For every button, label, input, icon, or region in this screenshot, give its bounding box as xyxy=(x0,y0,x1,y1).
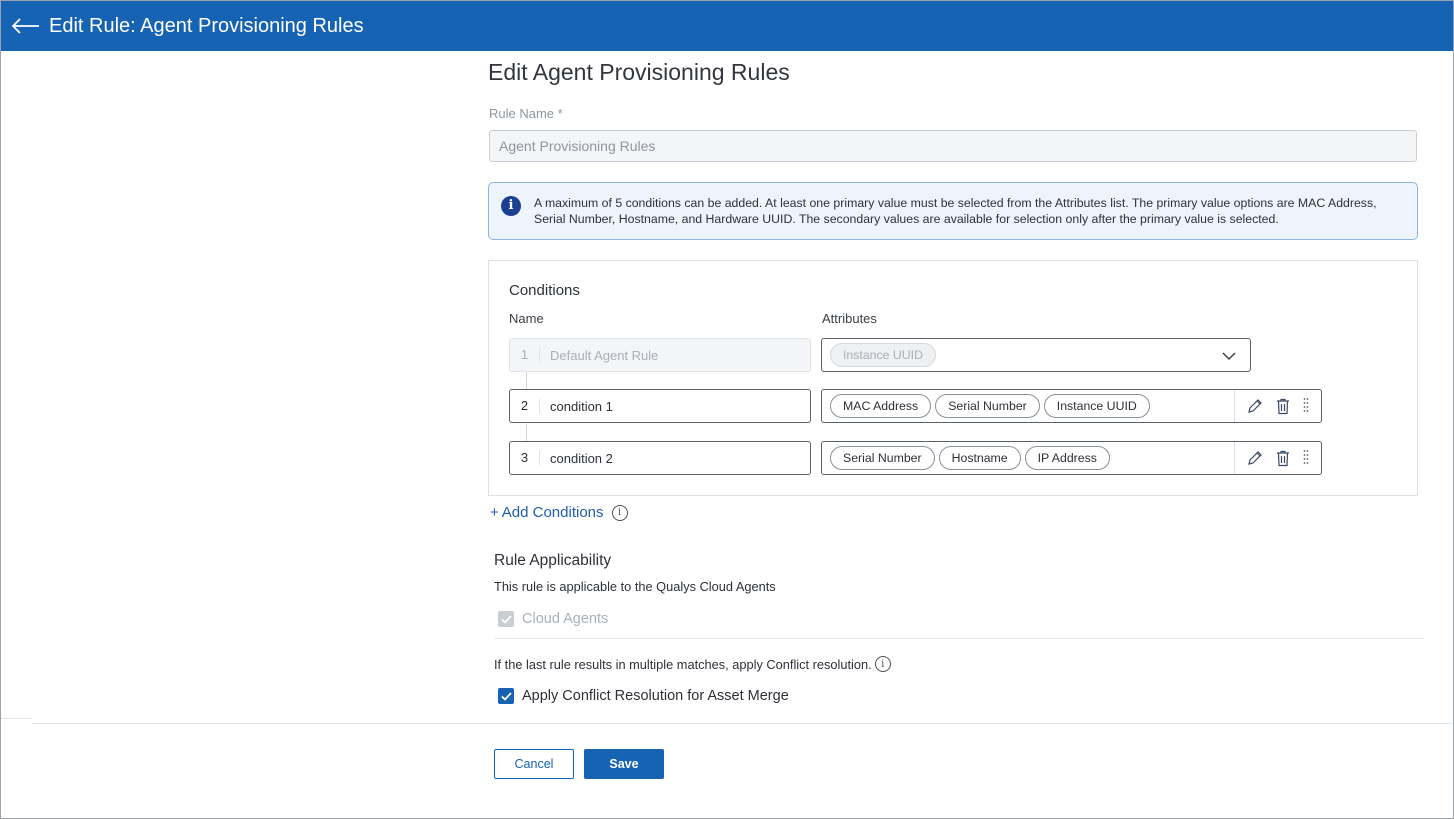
conflict-resolution-text: If the last rule results in multiple mat… xyxy=(494,656,872,672)
chevron-down-icon[interactable] xyxy=(1222,348,1236,366)
add-conditions-label: Add Conditions xyxy=(501,504,604,521)
attributes-select-1[interactable]: Instance UUID xyxy=(821,338,1251,372)
divider xyxy=(494,638,1424,639)
header-bar: Edit Rule: Agent Provisioning Rules xyxy=(1,1,1453,51)
conflict-resolution-label: Apply Conflict Resolution for Asset Merg… xyxy=(522,688,789,704)
cancel-button[interactable]: Cancel xyxy=(494,749,574,779)
cloud-agents-option: Cloud Agents xyxy=(498,611,608,627)
rule-name-label: Rule Name * xyxy=(489,106,563,121)
cloud-agents-label: Cloud Agents xyxy=(522,611,609,627)
drag-handle-icon[interactable] xyxy=(1303,449,1309,467)
info-text: A maximum of 5 conditions can be added. … xyxy=(534,196,1377,226)
condition-name: Default Agent Rule xyxy=(550,347,659,363)
condition-name-field-1: 1 Default Agent Rule xyxy=(509,338,811,372)
condition-name: condition 2 xyxy=(550,450,613,466)
attribute-chip[interactable]: Hostname xyxy=(938,446,1021,470)
conditions-title: Conditions xyxy=(509,282,580,299)
row-actions xyxy=(1234,390,1321,422)
header-title: Edit Rule: Agent Provisioning Rules xyxy=(49,14,364,37)
info-icon: i xyxy=(501,196,521,216)
attribute-chip[interactable]: IP Address xyxy=(1024,446,1110,470)
row-connector xyxy=(526,424,527,441)
info-circle-icon[interactable]: i xyxy=(611,504,628,521)
info-circle-icon[interactable]: i xyxy=(874,656,891,672)
conflict-resolution-option[interactable]: Apply Conflict Resolution for Asset Merg… xyxy=(498,688,789,704)
attribute-chip[interactable]: Serial Number xyxy=(935,394,1040,418)
attributes-column-header: Attributes xyxy=(822,311,877,326)
rule-name-value: Agent Provisioning Rules xyxy=(499,138,656,154)
condition-name-field-2[interactable]: 2 condition 1 xyxy=(509,389,811,423)
page-title: Edit Agent Provisioning Rules xyxy=(488,59,790,85)
conflict-resolution-text-row: If the last rule results in multiple mat… xyxy=(494,656,891,672)
condition-number: 3 xyxy=(510,451,540,465)
row-connector xyxy=(526,372,527,389)
condition-name-field-3[interactable]: 3 condition 2 xyxy=(509,441,811,475)
attribute-chip[interactable]: MAC Address xyxy=(830,394,932,418)
rule-applicability-title: Rule Applicability xyxy=(494,552,612,569)
attributes-select-3[interactable]: Serial Number Hostname IP Address xyxy=(821,441,1322,475)
trash-icon[interactable] xyxy=(1275,398,1291,415)
edit-pencil-icon[interactable] xyxy=(1247,398,1263,414)
divider xyxy=(1,718,32,719)
rule-applicability-description: This rule is applicable to the Qualys Cl… xyxy=(494,579,776,594)
conflict-resolution-checkbox[interactable] xyxy=(498,688,514,704)
condition-number: 2 xyxy=(510,399,540,413)
drag-handle-icon[interactable] xyxy=(1303,397,1309,415)
condition-number: 1 xyxy=(510,348,540,362)
attribute-chip: Instance UUID xyxy=(830,343,936,367)
name-column-header: Name xyxy=(509,311,544,326)
plus-icon: + xyxy=(490,504,499,521)
save-button[interactable]: Save xyxy=(584,749,664,779)
attribute-chip[interactable]: Instance UUID xyxy=(1043,394,1150,418)
cloud-agents-checkbox xyxy=(498,611,514,627)
condition-name: condition 1 xyxy=(550,398,613,414)
info-banner: i A maximum of 5 conditions can be added… xyxy=(488,182,1418,240)
add-conditions-link[interactable]: + Add Conditions i xyxy=(490,504,628,521)
footer-divider xyxy=(32,723,1452,724)
row-actions xyxy=(1234,442,1321,474)
trash-icon[interactable] xyxy=(1275,450,1291,467)
rule-name-input[interactable]: Agent Provisioning Rules xyxy=(489,130,1417,162)
attributes-select-2[interactable]: MAC Address Serial Number Instance UUID xyxy=(821,389,1322,423)
attribute-chip[interactable]: Serial Number xyxy=(830,446,935,470)
back-arrow-icon[interactable] xyxy=(5,1,45,51)
edit-pencil-icon[interactable] xyxy=(1247,450,1263,466)
